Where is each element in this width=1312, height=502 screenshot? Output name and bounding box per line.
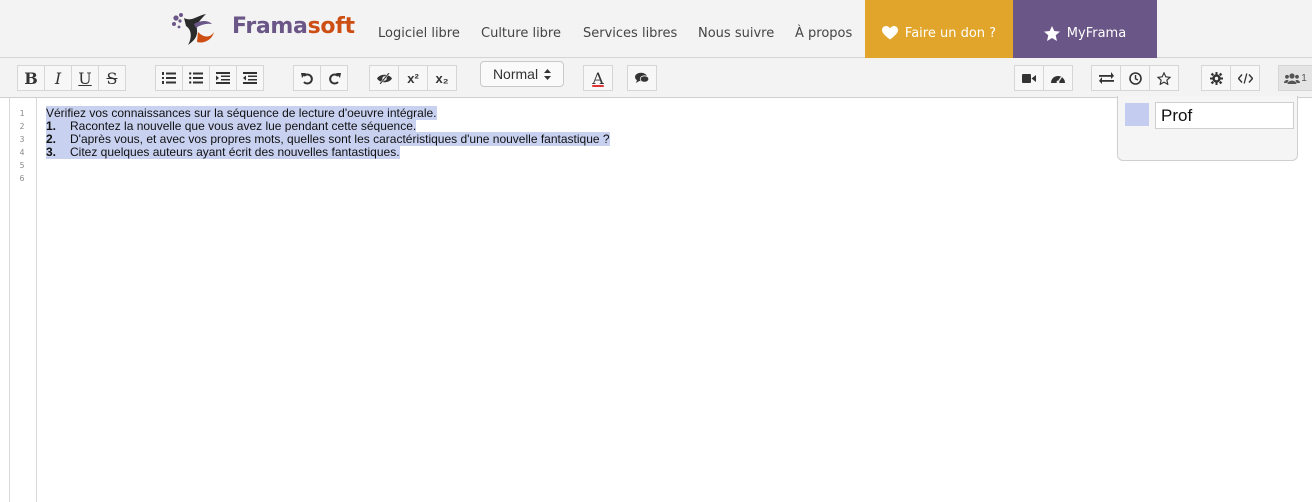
settings-button[interactable]: [1201, 65, 1231, 91]
code-icon: [1237, 72, 1253, 84]
embed-code-button[interactable]: [1230, 65, 1260, 91]
line-number-gutter: 1 2 3 4 5 6: [9, 98, 37, 502]
strikethrough-button[interactable]: S: [98, 65, 126, 91]
bullet-list-icon: [189, 72, 203, 84]
user-color-swatch[interactable]: [1125, 103, 1149, 126]
pad-line-text: Vérifiez vos connaissances sur la séquen…: [46, 106, 437, 120]
users-count: 1: [1301, 72, 1307, 84]
line-number: 2: [19, 122, 25, 131]
text-color-button[interactable]: A: [583, 65, 613, 91]
bold-button[interactable]: B: [17, 65, 45, 91]
nav-link-culture-libre[interactable]: Culture libre: [481, 0, 561, 58]
pad-line-text: D'après vous, et avec vos propres mots, …: [70, 132, 610, 146]
star-outline-icon: [1157, 71, 1171, 85]
line-number: 1: [19, 109, 25, 118]
user-name-input[interactable]: Prof: [1155, 102, 1294, 129]
donate-label: Faire un don ?: [904, 25, 997, 41]
gear-icon: [1209, 71, 1223, 85]
framasoft-logo-icon[interactable]: [170, 12, 220, 46]
nav-link-logiciel-libre[interactable]: Logiciel libre: [378, 0, 460, 58]
users-button[interactable]: 1: [1278, 65, 1312, 91]
line-number: 6: [19, 174, 25, 183]
brand-part-soft: soft: [307, 14, 355, 39]
clock-icon: [1128, 71, 1142, 85]
comments-icon: [635, 72, 649, 83]
nav-link-services-libres[interactable]: Services libres: [583, 0, 677, 58]
ordered-list-icon: [162, 72, 176, 84]
indent-icon: [216, 72, 230, 84]
import-export-button[interactable]: [1091, 65, 1121, 91]
heart-icon: [881, 26, 898, 40]
brand-part-frama: Frama: [232, 14, 308, 39]
video-call-button[interactable]: [1014, 65, 1044, 91]
framasoft-navbar: Framasoft Logiciel libre Culture libre S…: [0, 0, 1312, 58]
nav-link-a-propos[interactable]: À propos: [795, 0, 852, 58]
subscript-button[interactable]: x₂: [427, 65, 457, 91]
heading-style-value: Normal: [492, 66, 539, 82]
brand-name[interactable]: Framasoft: [232, 14, 355, 39]
myframa-button[interactable]: MyFrama: [1013, 0, 1157, 58]
line-number: 5: [19, 161, 25, 170]
clear-authorship-button[interactable]: [369, 65, 399, 91]
users-icon: [1284, 72, 1301, 84]
pad-line-question-3[interactable]: 3. Citez quelques auteurs ayant écrit des…: [46, 145, 400, 159]
redo-button[interactable]: [320, 65, 348, 91]
timeslider-button[interactable]: [1120, 65, 1150, 91]
video-camera-icon: [1022, 73, 1036, 83]
select-arrows-icon: [544, 68, 552, 80]
star-icon: [1043, 25, 1060, 41]
pad-line-text: Racontez la nouvelle que vous avez lue p…: [70, 119, 417, 133]
outdent-button[interactable]: [236, 65, 264, 91]
indent-button[interactable]: [209, 65, 237, 91]
donate-button[interactable]: Faire un don ?: [865, 0, 1013, 58]
editor-toolbar: B I U S x² x₂ Normal A 1: [0, 58, 1312, 98]
comments-button[interactable]: [627, 65, 657, 91]
superscript-button[interactable]: x²: [398, 65, 428, 91]
italic-button[interactable]: I: [44, 65, 72, 91]
myframa-label: MyFrama: [1066, 25, 1127, 41]
pad-line-text: Citez quelques auteurs ayant écrit des n…: [70, 145, 400, 159]
dashboard-button[interactable]: [1043, 65, 1073, 91]
heading-style-select[interactable]: Normal: [480, 61, 564, 87]
undo-button[interactable]: [293, 65, 321, 91]
redo-icon: [328, 72, 341, 84]
outdent-icon: [243, 72, 257, 84]
eye-slash-icon: [376, 72, 392, 84]
dashboard-icon: [1051, 75, 1065, 83]
underline-button[interactable]: U: [71, 65, 99, 91]
nav-link-nous-suivre[interactable]: Nous suivre: [698, 0, 774, 58]
save-revision-button[interactable]: [1149, 65, 1179, 91]
list-number: 3.: [46, 145, 57, 159]
bullet-list-button[interactable]: [182, 65, 210, 91]
line-number: 4: [19, 148, 25, 157]
import-export-icon: [1098, 72, 1114, 84]
ordered-list-button[interactable]: [155, 65, 183, 91]
undo-icon: [300, 72, 313, 84]
line-number: 3: [19, 135, 25, 144]
users-popup: Prof: [1117, 96, 1298, 161]
